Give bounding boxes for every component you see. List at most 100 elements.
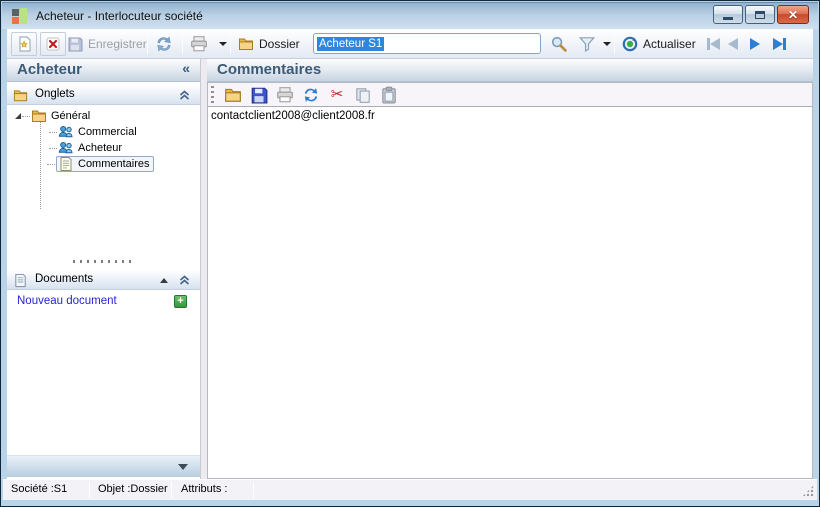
note-icon <box>60 157 72 171</box>
chevron-double-up-icon[interactable] <box>179 275 190 286</box>
sidebar-header: Acheteur « <box>7 59 200 82</box>
delete-icon <box>46 37 60 51</box>
group-header-onglets[interactable]: Onglets <box>7 84 200 105</box>
tree-item-commentaires[interactable]: Commentaires <box>47 156 154 172</box>
first-record-icon <box>710 38 720 50</box>
status-attributs: Attributs : <box>181 483 228 495</box>
tree-item-commercial[interactable]: Commercial <box>49 124 137 140</box>
minimize-icon <box>723 16 733 20</box>
copy-button[interactable] <box>350 84 376 105</box>
filter-icon <box>578 37 596 53</box>
sidebar-bottom-expander[interactable] <box>7 455 200 477</box>
new-document-star-icon <box>19 36 31 52</box>
copy-icon <box>356 87 370 103</box>
minimize-button[interactable] <box>713 5 743 24</box>
folder-icon <box>32 110 46 122</box>
status-objet: Objet :Dossier <box>98 483 168 495</box>
toolbar-separator <box>147 33 148 54</box>
nav-first-button[interactable] <box>707 36 723 52</box>
open-folder-button[interactable] <box>220 84 246 105</box>
last-record-icon <box>773 38 783 50</box>
main-panel-title: Commentaires <box>217 61 322 78</box>
search-input-selected-text: Acheteur S1 <box>317 36 385 51</box>
sort-up-icon[interactable] <box>160 278 168 283</box>
new-document-link[interactable]: Nouveau document <box>17 295 117 307</box>
sidebar-collapse-chevron-icon[interactable]: « <box>182 60 190 76</box>
selected-tree-item[interactable]: Commentaires <box>56 156 154 172</box>
toolbar-separator <box>230 33 231 54</box>
main-panel: Commentaires ✂ contactclient2008@client2… <box>207 59 813 479</box>
print-dropdown-arrow[interactable] <box>219 42 227 46</box>
documents-label: Documents <box>35 273 94 285</box>
nav-previous-button[interactable] <box>728 36 744 52</box>
nav-next-button[interactable] <box>750 36 766 52</box>
close-button[interactable]: ✕ <box>777 5 809 24</box>
toolbar-separator <box>182 33 183 54</box>
status-separator <box>253 482 254 498</box>
new-document-row: Nouveau document + <box>7 293 200 311</box>
search-button[interactable] <box>550 32 568 56</box>
actualiser-icon <box>622 36 638 52</box>
print-button[interactable] <box>272 84 298 105</box>
chevron-double-up-icon[interactable] <box>179 90 190 101</box>
onglets-tree: Général Commercial Acheteur Commentaires <box>7 105 200 235</box>
paste-button[interactable] <box>376 84 402 105</box>
search-input[interactable]: Acheteur S1 <box>313 33 541 54</box>
refresh-button[interactable] <box>298 84 324 105</box>
maximize-button[interactable] <box>745 5 775 24</box>
document-icon <box>15 273 26 288</box>
previous-record-icon <box>728 38 738 50</box>
main-panel-header: Commentaires <box>207 59 813 82</box>
dossier-button[interactable]: Dossier <box>238 32 300 56</box>
tree-item-label: Commercial <box>78 126 137 138</box>
save-icon <box>251 87 268 103</box>
cut-button[interactable]: ✂ <box>324 84 350 105</box>
refresh-icon <box>304 87 318 102</box>
window-title: Acheteur - Interlocuteur société <box>36 9 203 23</box>
refresh-button[interactable] <box>155 32 173 56</box>
chevron-down-icon <box>178 464 188 470</box>
enregistrer-label: Enregistrer <box>88 37 147 51</box>
actualiser-label: Actualiser <box>643 37 696 51</box>
status-separator <box>89 482 90 498</box>
app-window: Acheteur - Interlocuteur société ✕ Enreg… <box>0 0 820 507</box>
folder-icon <box>13 90 28 102</box>
comments-toolbar: ✂ <box>207 82 813 107</box>
toolbar-grip-handle[interactable] <box>211 85 214 104</box>
onglets-label: Onglets <box>35 88 75 100</box>
enregistrer-button[interactable]: Enregistrer <box>67 32 147 56</box>
add-document-button[interactable]: + <box>174 295 187 308</box>
people-icon <box>58 126 73 138</box>
print-button[interactable] <box>190 32 208 56</box>
tree-item-label: Commentaires <box>78 158 150 170</box>
tree-item-label: Acheteur <box>78 142 123 154</box>
new-button[interactable] <box>11 32 37 56</box>
sidebar-title: Acheteur <box>17 61 83 78</box>
actualiser-button[interactable]: Actualiser <box>622 32 696 56</box>
title-bar: Acheteur - Interlocuteur société ✕ <box>2 2 818 29</box>
tree-item-general[interactable]: Général <box>14 108 90 124</box>
nav-last-button[interactable] <box>773 36 789 52</box>
splitter-dots-icon <box>72 259 135 263</box>
resize-grip[interactable] <box>802 485 814 497</box>
filter-dropdown-arrow[interactable] <box>603 42 611 46</box>
status-separator <box>171 482 172 498</box>
app-icon <box>12 8 28 24</box>
tree-item-acheteur[interactable]: Acheteur <box>49 140 122 156</box>
print-icon <box>191 36 207 52</box>
sidebar-splitter-handle[interactable] <box>7 257 200 265</box>
folder-icon <box>239 38 253 50</box>
people-icon <box>58 142 73 154</box>
group-header-documents[interactable]: Documents <box>7 269 200 290</box>
tree-item-label: Général <box>51 110 91 122</box>
window-controls: ✕ <box>713 5 809 24</box>
tree-expander-icon[interactable] <box>14 112 22 120</box>
filter-button[interactable] <box>578 32 596 56</box>
print-icon <box>277 86 293 102</box>
paste-icon <box>382 86 396 103</box>
save-button[interactable] <box>246 84 272 105</box>
delete-button[interactable] <box>40 32 66 56</box>
close-icon: ✕ <box>787 7 799 22</box>
toolbar-separator <box>614 33 615 54</box>
comments-content[interactable]: contactclient2008@client2008.fr <box>207 107 813 479</box>
